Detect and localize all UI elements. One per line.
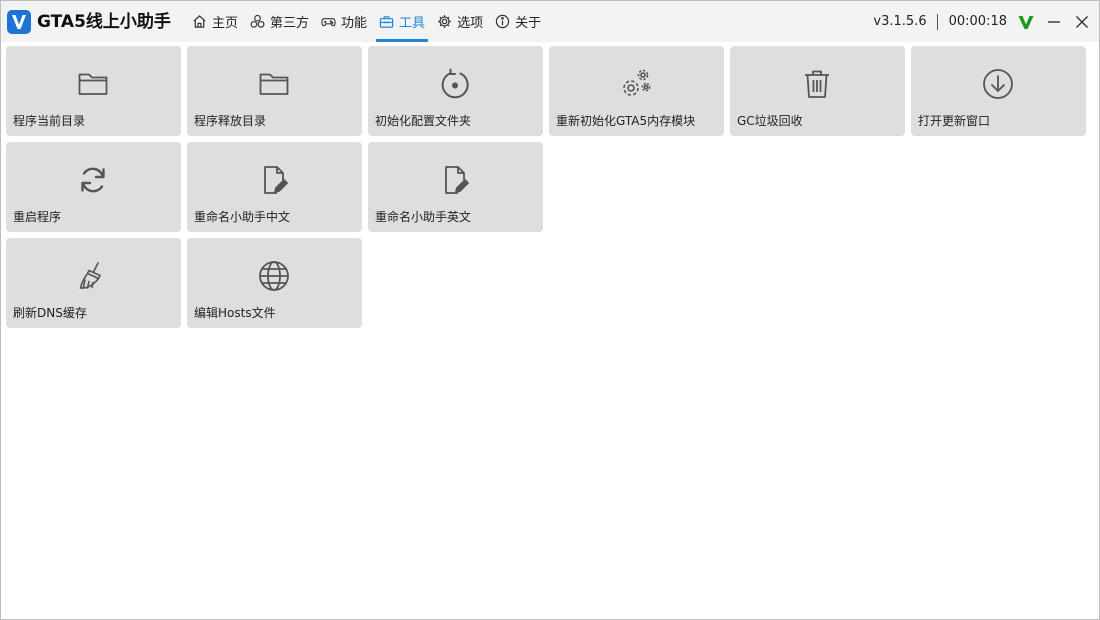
gears-icon [619, 67, 653, 101]
tool-init-config-folder[interactable]: 初始化配置文件夹 [368, 46, 543, 136]
download-circle-icon [981, 67, 1015, 101]
home-icon [192, 14, 207, 29]
tab-options[interactable]: 选项 [434, 1, 486, 42]
app-title: GTA5线上小助手 [37, 12, 171, 32]
tool-label: GC垃圾回收 [737, 114, 803, 128]
folder-icon [257, 67, 291, 101]
tool-label: 重命名小助手英文 [375, 210, 472, 224]
info-icon [495, 14, 510, 29]
titlebar-right: v3.1.5.6 00:00:18 [873, 1, 1099, 42]
tab-third-party-label: 第三方 [270, 16, 310, 31]
tab-about[interactable]: 关于 [492, 1, 544, 42]
version-label: v3.1.5.6 [873, 14, 927, 29]
green-v-check-icon [1017, 13, 1035, 31]
tab-features[interactable]: 功能 [318, 1, 370, 42]
tool-restart-program[interactable]: 重启程序 [6, 142, 181, 232]
tool-edit-hosts[interactable]: 编辑Hosts文件 [187, 238, 362, 328]
main-nav: 主页 第三方 功能 工具 选项 关于 [189, 1, 550, 42]
tool-label: 程序当前目录 [13, 114, 86, 128]
reset-circle-icon [438, 67, 472, 101]
tool-label: 重命名小助手中文 [194, 210, 291, 224]
tool-label: 程序释放目录 [194, 114, 267, 128]
tab-tools-label: 工具 [399, 16, 426, 31]
tab-about-label: 关于 [515, 16, 542, 31]
tool-rename-english[interactable]: 重命名小助手英文 [368, 142, 543, 232]
tool-rename-chinese[interactable]: 重命名小助手中文 [187, 142, 362, 232]
tool-label: 初始化配置文件夹 [375, 114, 472, 128]
toolbox-icon [379, 14, 394, 29]
tab-home-label: 主页 [212, 16, 239, 31]
title-bar[interactable]: GTA5线上小助手 主页 第三方 功能 工具 选项 关于 v3.1.5.6 00… [1, 1, 1099, 42]
tool-label: 重新初始化GTA5内存模块 [556, 114, 696, 128]
tool-label: 刷新DNS缓存 [13, 306, 87, 320]
file-edit-icon [438, 163, 472, 197]
tool-program-current-dir[interactable]: 程序当前目录 [6, 46, 181, 136]
tab-features-label: 功能 [341, 16, 368, 31]
tool-flush-dns[interactable]: 刷新DNS缓存 [6, 238, 181, 328]
tab-options-label: 选项 [457, 16, 484, 31]
globe-icon [257, 259, 291, 293]
tool-program-release-dir[interactable]: 程序释放目录 [187, 46, 362, 136]
app-window: GTA5线上小助手 主页 第三方 功能 工具 选项 关于 v3.1.5.6 00… [0, 0, 1100, 620]
tool-label: 编辑Hosts文件 [194, 306, 276, 320]
tool-label: 打开更新窗口 [918, 114, 991, 128]
tab-tools[interactable]: 工具 [376, 1, 429, 42]
file-edit-icon [257, 163, 291, 197]
tab-third-party[interactable]: 第三方 [247, 1, 312, 42]
three-circles-icon [250, 14, 265, 29]
divider [936, 13, 938, 30]
runtime-timer: 00:00:18 [948, 14, 1007, 29]
trash-icon [800, 67, 834, 101]
tool-label: 重启程序 [13, 210, 62, 224]
broom-icon [76, 259, 110, 293]
gear-icon [437, 14, 452, 29]
tool-reinit-gta5-memory[interactable]: 重新初始化GTA5内存模块 [549, 46, 724, 136]
gamepad-icon [321, 14, 336, 29]
minimize-button[interactable] [1045, 13, 1063, 31]
folder-icon [76, 67, 110, 101]
v-logo-icon [7, 10, 31, 34]
close-button[interactable] [1073, 13, 1091, 31]
tool-gc-collect[interactable]: GC垃圾回收 [730, 46, 905, 136]
refresh-icon [76, 163, 110, 197]
tool-open-update-window[interactable]: 打开更新窗口 [911, 46, 1086, 136]
tab-home[interactable]: 主页 [189, 1, 241, 42]
